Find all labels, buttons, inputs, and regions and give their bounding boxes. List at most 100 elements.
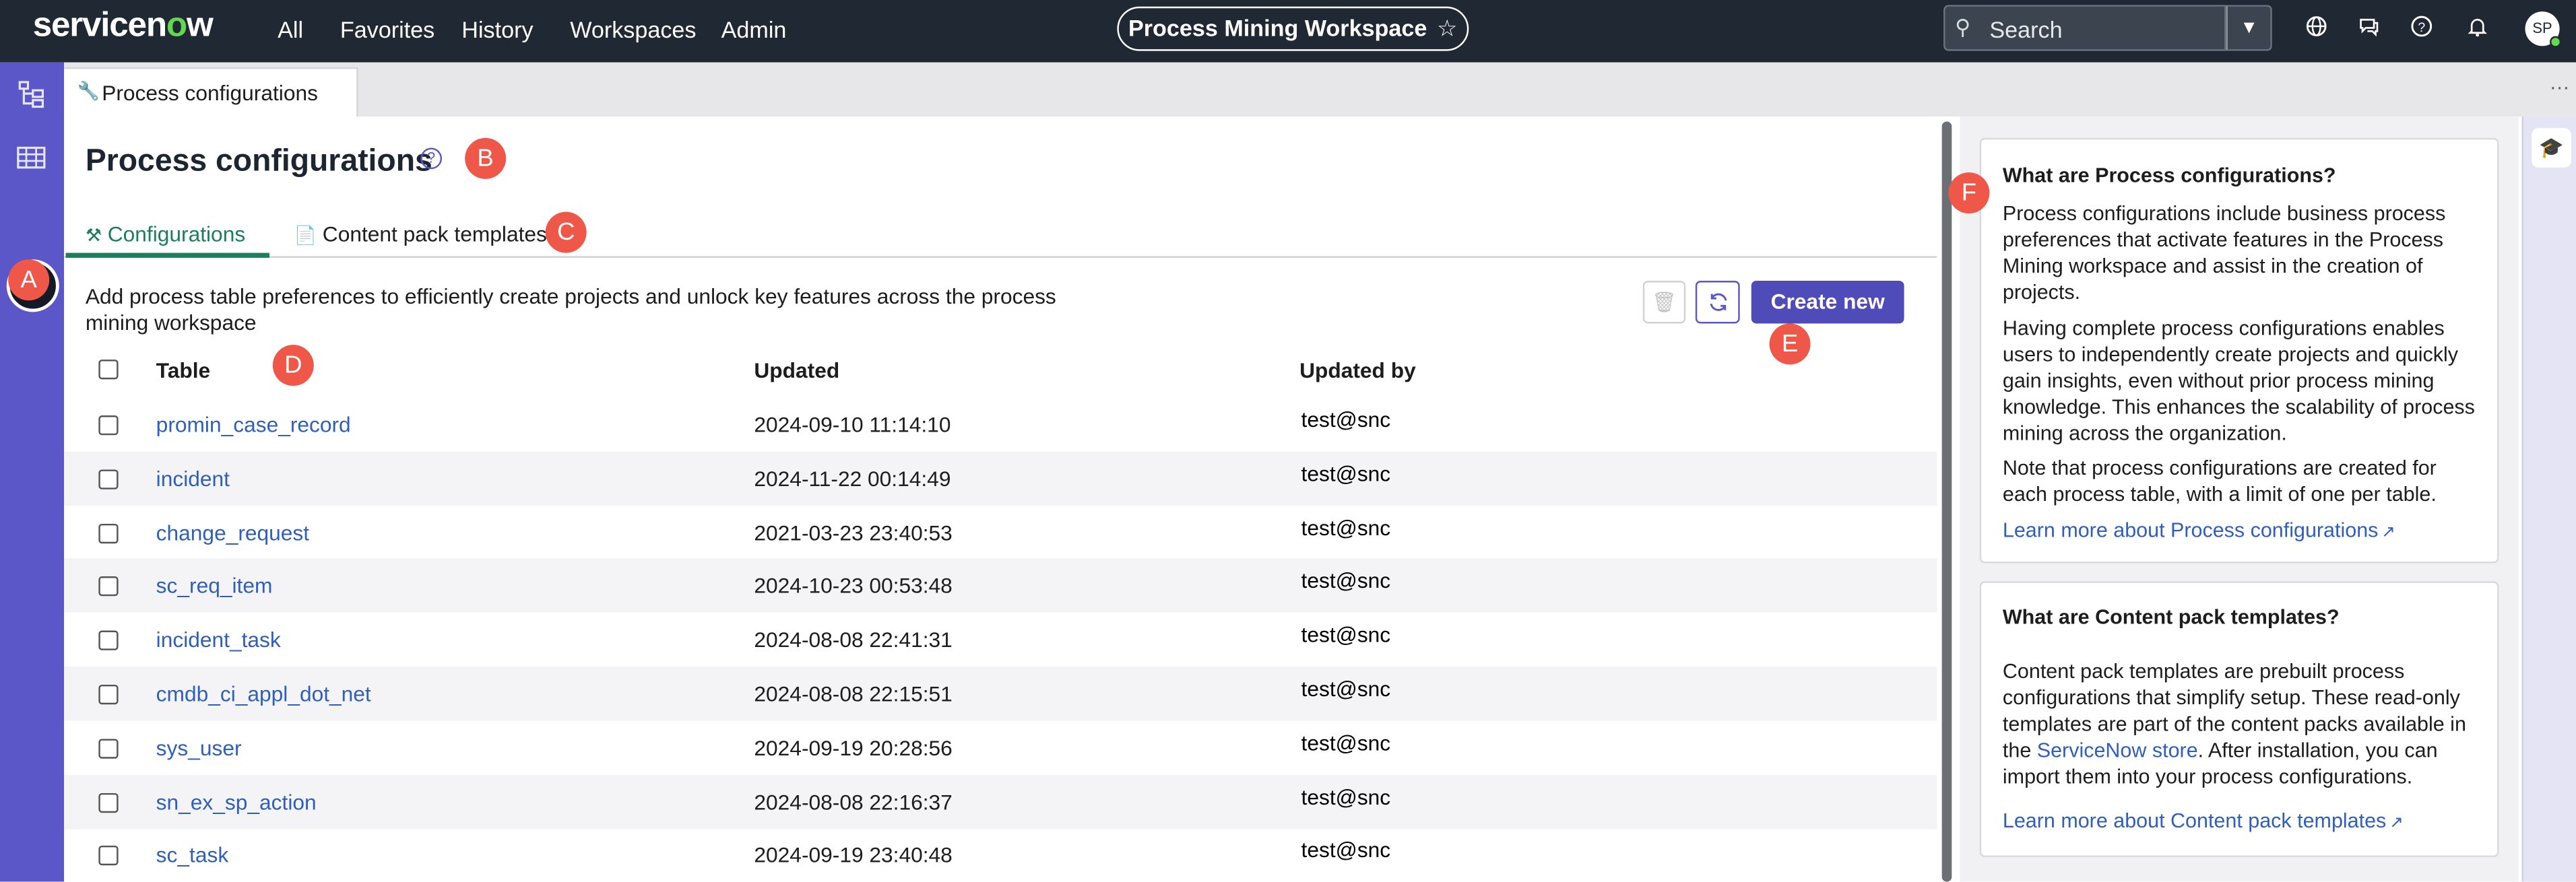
table-name-link[interactable]: incident_task (156, 627, 281, 652)
table-row[interactable]: incident_task 2024-08-08 22:41:31 test@snc (64, 613, 1937, 667)
table-row[interactable]: incident 2024-11-22 00:14:49 test@snc (64, 451, 1937, 506)
content-pack-templates-info-card: What are Content pack templates? Content… (1979, 581, 2499, 858)
table-name-link[interactable]: sc_task (156, 843, 228, 868)
card-title: What are Content pack templates? (2002, 605, 2340, 630)
row-checkbox[interactable] (98, 630, 119, 651)
row-checkbox[interactable] (98, 792, 119, 813)
workspace-title-pill[interactable]: Process Mining Workspace ☆ (1117, 6, 1469, 51)
row-checkbox[interactable] (98, 576, 119, 597)
trash-icon: 🗑 (1651, 290, 1677, 314)
updated-cell: 2024-08-08 22:41:31 (754, 627, 953, 652)
updated-by-cell: test@snc (1301, 730, 1391, 755)
top-navigation: servicenow All Favorites History Workspa… (0, 0, 2576, 63)
link-text: Learn more about Process configurations (2002, 518, 2379, 542)
callout-marker-e: E (1769, 323, 1811, 365)
app-root: servicenow All Favorites History Workspa… (0, 0, 2576, 882)
card-paragraph: Content pack templates are prebuilt proc… (2003, 658, 2482, 790)
servicenow-logo[interactable]: servicenow (33, 6, 214, 46)
table-icon[interactable] (15, 145, 48, 178)
main-content: Process configurations ? ⚒ Configuration… (64, 116, 1937, 882)
card-paragraph: Having complete process configurations e… (2002, 316, 2475, 445)
create-new-button[interactable]: Create new (1751, 281, 1904, 324)
table-row[interactable]: sc_req_item 2024-10-23 00:53:48 test@snc (64, 559, 1937, 613)
workspace-title: Process Mining Workspace (1128, 14, 1427, 41)
row-checkbox[interactable] (98, 522, 119, 543)
updated-cell: 2024-09-19 23:40:48 (754, 843, 953, 868)
tab-content-pack-templates[interactable]: 📄 Content pack templates (294, 222, 547, 246)
updated-cell: 2024-09-19 20:28:56 (754, 735, 953, 760)
learn-more-process-configurations-link[interactable]: Learn more about Process configurations ↗ (2003, 517, 2482, 547)
updated-by-cell: test@snc (1301, 568, 1391, 594)
page-title: Process configurations (85, 144, 432, 179)
table-row[interactable]: cmdb_ci_appl_dot_net 2024-08-08 22:15:51 t… (64, 667, 1937, 721)
search-placeholder: Search (1989, 16, 2063, 43)
page-tab-process-configurations[interactable]: 🔧 Process configurations (64, 67, 358, 117)
column-header-updated-by[interactable]: Updated by (1299, 358, 1416, 383)
updated-cell: 2021-03-23 23:40:53 (754, 520, 953, 545)
updated-cell: 2024-08-08 22:16:37 (754, 789, 953, 814)
nav-all[interactable]: All (278, 16, 303, 42)
table-row[interactable]: sn_ex_sp_action 2024-08-08 22:16:37 test@s… (64, 774, 1937, 829)
table-name-link[interactable]: change_request (156, 520, 309, 545)
servicenow-store-link[interactable]: ServiceNow store (2037, 739, 2198, 761)
callout-marker-c: C (545, 211, 587, 253)
more-options-icon[interactable]: ··· (2550, 75, 2569, 98)
page-tab-label: Process configurations (102, 80, 318, 106)
row-checkbox[interactable] (98, 738, 119, 759)
row-checkbox[interactable] (98, 684, 119, 705)
tree-icon[interactable] (15, 79, 48, 112)
user-avatar[interactable]: SP (2525, 11, 2562, 48)
updated-cell: 2024-10-23 00:53:48 (754, 574, 953, 599)
avatar-initials: SP (2532, 20, 2552, 36)
search-scope-dropdown[interactable]: ▼ (2226, 5, 2272, 51)
brand-text-o: o (166, 6, 187, 44)
link-text: Learn more about Content pack templates (2002, 809, 2387, 833)
nav-admin[interactable]: Admin (721, 16, 787, 42)
table-header: Table Updated Updated by (64, 348, 1937, 391)
row-checkbox[interactable] (98, 469, 119, 489)
table-name-link[interactable]: incident (156, 466, 230, 491)
left-app-rail (0, 62, 65, 882)
table-name-link[interactable]: sc_req_item (156, 574, 273, 599)
brand-text-post: w (186, 6, 214, 44)
table-row[interactable]: sc_task 2024-09-19 23:40:48 test@snc (64, 828, 1937, 882)
bell-icon[interactable] (2464, 15, 2490, 41)
table-row[interactable]: sys_user 2024-09-19 20:28:56 test@snc (64, 720, 1937, 774)
tab-configurations-label: Configurations (107, 222, 246, 246)
table-name-link[interactable]: sn_ex_sp_action (156, 789, 317, 814)
updated-by-cell: test@snc (1301, 838, 1391, 863)
table-name-link[interactable]: sys_user (156, 735, 242, 760)
updated-by-cell: test@snc (1301, 514, 1391, 540)
star-icon[interactable]: ☆ (1437, 15, 1458, 41)
row-checkbox[interactable] (98, 415, 119, 436)
learn-more-content-pack-templates-link[interactable]: Learn more about Content pack templates ↗ (2003, 808, 2482, 838)
refresh-button[interactable] (1695, 281, 1740, 324)
chat-icon[interactable] (2356, 15, 2382, 41)
search-icon: ⚲ (1955, 14, 1971, 40)
tab-configurations[interactable]: ⚒ Configurations (86, 222, 245, 246)
presence-dot (2550, 36, 2562, 48)
help-side-panel: What are Process configurations? Process… (1960, 116, 2519, 882)
page-tab-strip: 🔧 Process configurations ··· (64, 62, 2576, 117)
row-checkbox[interactable] (98, 846, 119, 867)
svg-text:?: ? (2418, 20, 2425, 35)
help-icon[interactable]: ? (420, 147, 443, 170)
delete-button[interactable]: 🗑 (1642, 281, 1686, 324)
table-name-link[interactable]: cmdb_ci_appl_dot_net (156, 681, 371, 706)
graduation-cap-icon[interactable]: 🎓 (2532, 128, 2571, 168)
wrench-icon: 🔧 (77, 81, 100, 102)
help-icon[interactable]: ? (2408, 15, 2435, 41)
nav-favorites[interactable]: Favorites (340, 16, 434, 42)
column-header-table[interactable]: Table (156, 358, 210, 383)
updated-by-cell: test@snc (1301, 784, 1391, 809)
nav-workspaces[interactable]: Workspaces (570, 16, 696, 42)
main-scrollbar[interactable] (1941, 121, 1952, 882)
table-name-link[interactable]: promin_case_record (156, 412, 351, 437)
select-all-checkbox[interactable] (98, 360, 119, 380)
global-search-input[interactable]: ⚲ Search (1943, 5, 2226, 51)
column-header-updated[interactable]: Updated (754, 358, 839, 383)
table-row[interactable]: change_request 2021-03-23 23:40:53 test@sn… (64, 505, 1937, 559)
table-row[interactable]: promin_case_record 2024-09-10 11:14:10 tes… (64, 397, 1937, 451)
nav-history[interactable]: History (461, 16, 533, 42)
globe-icon[interactable] (2303, 15, 2329, 41)
